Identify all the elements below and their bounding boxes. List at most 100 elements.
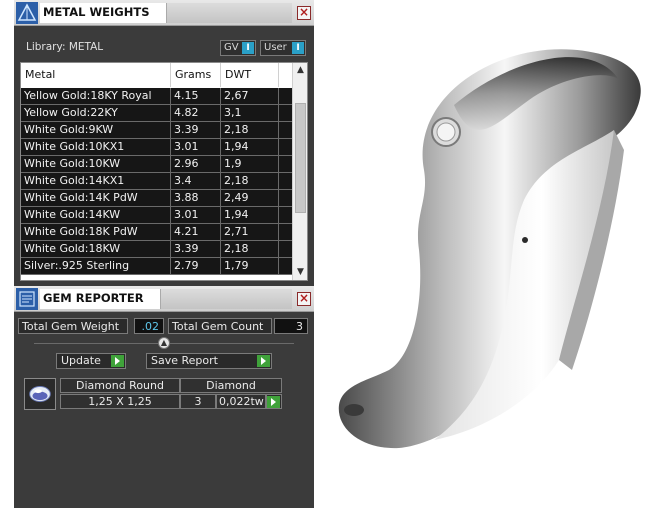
table-row[interactable]: White Gold:10KW 2.96 1,9 xyxy=(21,156,293,173)
metal-weights-title: METAL WEIGHTS xyxy=(43,5,150,19)
metal-weights-titlebar[interactable]: METAL WEIGHTS × xyxy=(14,0,314,26)
metal-dwt: 3,1 xyxy=(221,105,279,121)
column-header-grams[interactable]: Grams xyxy=(171,63,221,87)
update-button[interactable]: Update xyxy=(56,353,126,369)
row-spacer xyxy=(279,105,293,121)
metal-dwt: 2,71 xyxy=(221,224,279,240)
row-spacer xyxy=(279,88,293,104)
collapse-knob-icon[interactable]: ▲ xyxy=(158,337,170,349)
play-icon xyxy=(111,355,124,367)
gem-weight: 0,022tw xyxy=(216,394,266,409)
table-row[interactable]: Silver:.925 Sterling 2.79 1,79 xyxy=(21,258,293,275)
metal-name: Yellow Gold:22KY xyxy=(21,105,171,121)
metal-grams: 3.01 xyxy=(171,207,221,223)
total-gem-weight-value: .02 xyxy=(134,318,164,334)
row-spacer xyxy=(279,224,293,240)
library-label: Library: METAL xyxy=(26,41,104,53)
metal-dwt: 1,79 xyxy=(221,258,279,274)
gem-entry[interactable]: Diamond Round Diamond 1,25 X 1,25 3 0,02… xyxy=(22,376,286,414)
metal-dwt: 2,18 xyxy=(221,122,279,138)
total-gem-weight-label: Total Gem Weight xyxy=(18,318,128,334)
metal-dwt: 1,9 xyxy=(221,156,279,172)
metal-grams: 3.4 xyxy=(171,173,221,189)
table-row[interactable]: White Gold:14KW 3.01 1,94 xyxy=(21,207,293,224)
metal-dwt: 1,94 xyxy=(221,139,279,155)
gem-material: Diamond xyxy=(180,378,282,393)
total-gem-count-value: 3 xyxy=(274,318,308,334)
table-row[interactable]: White Gold:14KX1 3.4 2,18 xyxy=(21,173,293,190)
scroll-up-icon[interactable]: ▲ xyxy=(293,63,307,78)
gem-reporter-title: GEM REPORTER xyxy=(43,291,144,305)
gv-toggle[interactable]: GV I xyxy=(220,40,256,56)
metal-grams: 3.88 xyxy=(171,190,221,206)
save-report-button[interactable]: Save Report xyxy=(146,353,272,369)
table-row[interactable]: White Gold:18KW 3.39 2,18 xyxy=(21,241,293,258)
row-spacer xyxy=(279,173,293,189)
metal-table-scrollbar[interactable]: ▲ ▼ xyxy=(292,63,307,280)
metal-dwt: 1,94 xyxy=(221,207,279,223)
table-row[interactable]: Yellow Gold:22KY 4.82 3,1 xyxy=(21,105,293,122)
metal-name: Silver:.925 Sterling xyxy=(21,258,171,274)
diamond-round-icon xyxy=(24,378,56,410)
play-icon xyxy=(267,396,280,408)
row-spacer xyxy=(279,190,293,206)
metal-name: White Gold:9KW xyxy=(21,122,171,138)
gem-detail-button[interactable] xyxy=(266,394,282,409)
user-toggle-indicator: I xyxy=(292,42,304,54)
column-header-dwt[interactable]: DWT xyxy=(221,63,279,87)
user-toggle-label: User xyxy=(264,42,287,53)
row-spacer xyxy=(279,258,293,274)
column-header-metal[interactable]: Metal xyxy=(21,63,171,87)
side-panel: METAL WEIGHTS × Library: METAL GV I User… xyxy=(14,0,314,508)
titlebar-drag-area[interactable] xyxy=(166,3,292,23)
metal-name: White Gold:18KW xyxy=(21,241,171,257)
metal-grams: 3.39 xyxy=(171,122,221,138)
metal-grams: 4.82 xyxy=(171,105,221,121)
metal-grams: 4.21 xyxy=(171,224,221,240)
row-spacer xyxy=(279,207,293,223)
metal-name: White Gold:18K PdW xyxy=(21,224,171,240)
metal-name: White Gold:10KX1 xyxy=(21,139,171,155)
update-button-label: Update xyxy=(61,354,101,367)
row-spacer xyxy=(279,122,293,138)
titlebar-drag-area[interactable] xyxy=(160,289,292,309)
gem-reporter-title-box: GEM REPORTER xyxy=(40,289,160,309)
total-gem-count-label: Total Gem Count xyxy=(168,318,272,334)
table-row[interactable]: White Gold:18K PdW 4.21 2,71 xyxy=(21,224,293,241)
metal-table: Metal Grams DWT Yellow Gold:18KY Royal 4.… xyxy=(20,62,308,281)
metal-name: White Gold:10KW xyxy=(21,156,171,172)
ring-3d-viewport[interactable] xyxy=(314,0,665,508)
table-row[interactable]: White Gold:9KW 3.39 2,18 xyxy=(21,122,293,139)
row-spacer xyxy=(279,139,293,155)
metal-table-header: Metal Grams DWT xyxy=(21,63,293,87)
table-row[interactable]: White Gold:10KX1 3.01 1,94 xyxy=(21,139,293,156)
metal-name: White Gold:14KX1 xyxy=(21,173,171,189)
metal-name: White Gold:14KW xyxy=(21,207,171,223)
metal-grams: 3.39 xyxy=(171,241,221,257)
user-toggle[interactable]: User I xyxy=(260,40,306,56)
play-icon xyxy=(257,355,270,367)
metal-dwt: 2,18 xyxy=(221,173,279,189)
metal-grams: 2.96 xyxy=(171,156,221,172)
close-icon[interactable]: × xyxy=(297,6,311,20)
row-spacer xyxy=(279,156,293,172)
gem-reporter-titlebar[interactable]: GEM REPORTER × xyxy=(14,286,314,312)
row-spacer xyxy=(279,241,293,257)
ring-render xyxy=(338,49,641,449)
scroll-thumb[interactable] xyxy=(295,103,306,213)
table-row[interactable]: Yellow Gold:18KY Royal 4.15 2,67 xyxy=(21,88,293,105)
metal-grams: 4.15 xyxy=(171,88,221,104)
pyramid-icon xyxy=(16,2,38,24)
table-row[interactable]: White Gold:14K PdW 3.88 2,49 xyxy=(21,190,293,207)
metal-grams: 2.79 xyxy=(171,258,221,274)
report-icon xyxy=(16,288,38,310)
gem-size: 1,25 X 1,25 xyxy=(60,394,180,409)
scroll-down-icon[interactable]: ▼ xyxy=(293,265,307,280)
gv-toggle-label: GV xyxy=(224,42,239,53)
metal-dwt: 2,49 xyxy=(221,190,279,206)
metal-grams: 3.01 xyxy=(171,139,221,155)
metal-name: Yellow Gold:18KY Royal xyxy=(21,88,171,104)
close-icon[interactable]: × xyxy=(297,292,311,306)
save-report-button-label: Save Report xyxy=(151,354,218,367)
metal-name: White Gold:14K PdW xyxy=(21,190,171,206)
